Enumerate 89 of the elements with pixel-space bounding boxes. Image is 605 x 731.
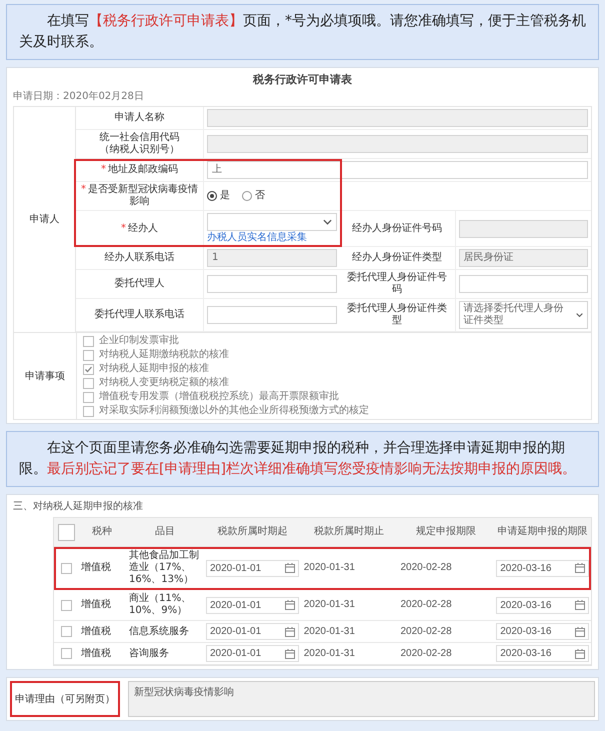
table-cell-text: 增值税 <box>80 560 112 575</box>
checkbox[interactable] <box>60 648 72 659</box>
checkbox[interactable] <box>60 562 72 574</box>
instruction-note: 在这个页面里请您务必准确勾选需要延期申报的税种，并合理选择申请延期申报的期限。最后别忘记了要在[申请理由]栏次详细准确填写您受疫情影响无法按期申报的原因哦。 <box>6 431 599 487</box>
input-field[interactable] <box>207 135 588 153</box>
reason-label: 申请理由（可另附页） <box>10 681 120 717</box>
calendar-icon[interactable] <box>575 626 585 636</box>
input-field[interactable] <box>207 109 588 127</box>
checkbox-option[interactable]: 对纳税人延期缴纳税款的核准 <box>83 349 369 361</box>
select-field[interactable]: 请选择委托代理人身份证件类型 <box>458 301 588 329</box>
field-label: * 经办人 <box>121 222 158 234</box>
info-link[interactable]: 办税人员实名信息采集 <box>207 232 336 244</box>
column-header: 规定申报期限 <box>414 524 477 539</box>
date-field[interactable]: 2020-01-01 <box>206 560 299 576</box>
caret-icon <box>576 312 583 318</box>
date-field[interactable]: 2020-01-01 <box>206 623 299 640</box>
calendar-icon[interactable] <box>284 626 295 636</box>
select-field[interactable] <box>207 213 336 231</box>
field-label: 统一社会信用代码 （纳税人识别号） <box>100 132 180 156</box>
table-cell-text: 增值税 <box>80 624 112 638</box>
check-icon <box>84 364 93 374</box>
field-label: 委托代理人身份证件号码 <box>346 272 448 296</box>
table-cell-text: 2020-01-31 <box>302 561 356 575</box>
checkbox-option[interactable]: 对采取实际利润额预缴以外的其他企业所得税预缴方式的核定 <box>83 405 369 417</box>
field-label: 经办人身份证件号码 <box>352 222 442 234</box>
checkbox-option[interactable]: 增值税专用发票（增值税税控系统）最高开票限额审批 <box>83 391 369 403</box>
column-header: 税种 <box>91 524 113 539</box>
section-heading: 三、对纳税人延期申报的核准 <box>13 500 144 514</box>
form-title: 税务行政许可申请表 <box>252 72 353 87</box>
table-cell-text: 2020-01-31 <box>302 598 356 612</box>
column-header: 税款所属时期起 <box>216 524 288 539</box>
input-field[interactable]: 1 <box>207 249 336 267</box>
date-field[interactable]: 2020-03-16 <box>496 596 589 614</box>
column-header: 税款所属时期止 <box>313 524 386 539</box>
table-cell-text: 增值税 <box>80 598 112 612</box>
field-label: 委托代理人身份证件类型 <box>346 303 448 327</box>
checkbox-option[interactable]: 对纳税人延期申报的核准 <box>83 363 369 375</box>
date-field[interactable]: 2020-01-01 <box>206 596 299 614</box>
radio-label: 否 <box>255 190 265 202</box>
field-label: 申请人名称 <box>114 112 164 124</box>
calendar-icon[interactable] <box>284 600 295 610</box>
input-field[interactable] <box>207 275 336 293</box>
calendar-icon[interactable] <box>284 563 295 573</box>
table-cell-text: 2020-01-31 <box>302 624 356 638</box>
intro-note: 在填写【税务行政许可申请表】页面，*号为必填项哦。请您准确填写，便于主管税务机关及时联系。 <box>6 4 599 60</box>
radio-button[interactable] <box>242 191 252 201</box>
input-field[interactable] <box>458 275 588 293</box>
field-label: 经办人身份证件类型 <box>352 252 442 264</box>
checkbox[interactable] <box>58 524 74 540</box>
input-field[interactable]: 居民身份证 <box>458 249 588 267</box>
field-label: 经办人联系电话 <box>104 252 174 264</box>
checkbox[interactable] <box>60 600 72 610</box>
input-field[interactable] <box>458 220 588 238</box>
input-field[interactable] <box>207 306 336 324</box>
table-cell-text: 2020-02-28 <box>400 624 453 638</box>
table-cell-text: 增值税 <box>80 646 112 660</box>
field-label: * 地址及邮政编码 <box>101 164 178 176</box>
calendar-icon[interactable] <box>284 648 295 658</box>
table-cell-text: 信息系统服务 <box>128 624 190 638</box>
application-date: 申请日期：2020年02月28日 <box>13 90 145 103</box>
calendar-icon[interactable] <box>575 600 585 610</box>
table-cell-text: 2020-02-28 <box>400 646 453 660</box>
date-field[interactable]: 2020-03-16 <box>496 645 589 662</box>
radio-label: 是 <box>220 190 230 202</box>
group-label: 申请事项 <box>25 370 65 383</box>
reason-textarea[interactable]: 新型冠状病毒疫情影响 <box>128 681 595 717</box>
table-cell-text: 其他食品加工制造业（17%、16%、13%） <box>128 548 200 587</box>
checkbox-option[interactable]: 对纳税人变更纳税定额的核准 <box>83 377 369 389</box>
table-cell-text: 2020-02-28 <box>400 561 453 575</box>
column-header: 品目 <box>154 525 176 539</box>
checkbox[interactable] <box>60 626 72 637</box>
date-field[interactable]: 2020-03-16 <box>496 623 589 640</box>
date-field[interactable]: 2020-01-01 <box>206 645 299 662</box>
input-field[interactable]: 上 <box>207 161 588 179</box>
table-cell-text: 咨询服务 <box>128 646 170 660</box>
table-cell-text: 2020-02-28 <box>400 598 453 612</box>
column-header: 申请延期申报的期限 <box>496 524 589 539</box>
caret-icon <box>322 219 332 225</box>
field-label: 委托代理人联系电话 <box>94 309 184 321</box>
group-label: 申请人 <box>30 214 60 226</box>
table-cell-text: 商业（11%、10%、9%） <box>128 592 192 618</box>
calendar-icon[interactable] <box>575 563 585 573</box>
calendar-icon[interactable] <box>575 648 585 658</box>
date-field[interactable]: 2020-03-16 <box>496 560 589 576</box>
radio-button[interactable] <box>207 191 217 201</box>
table-cell-text: 2020-01-31 <box>302 646 356 660</box>
field-label: 委托代理人 <box>114 278 164 290</box>
checkbox-option[interactable]: 企业印制发票审批 <box>83 335 369 347</box>
field-label: * 是否受新型冠状病毒疫情影响 <box>80 184 199 208</box>
